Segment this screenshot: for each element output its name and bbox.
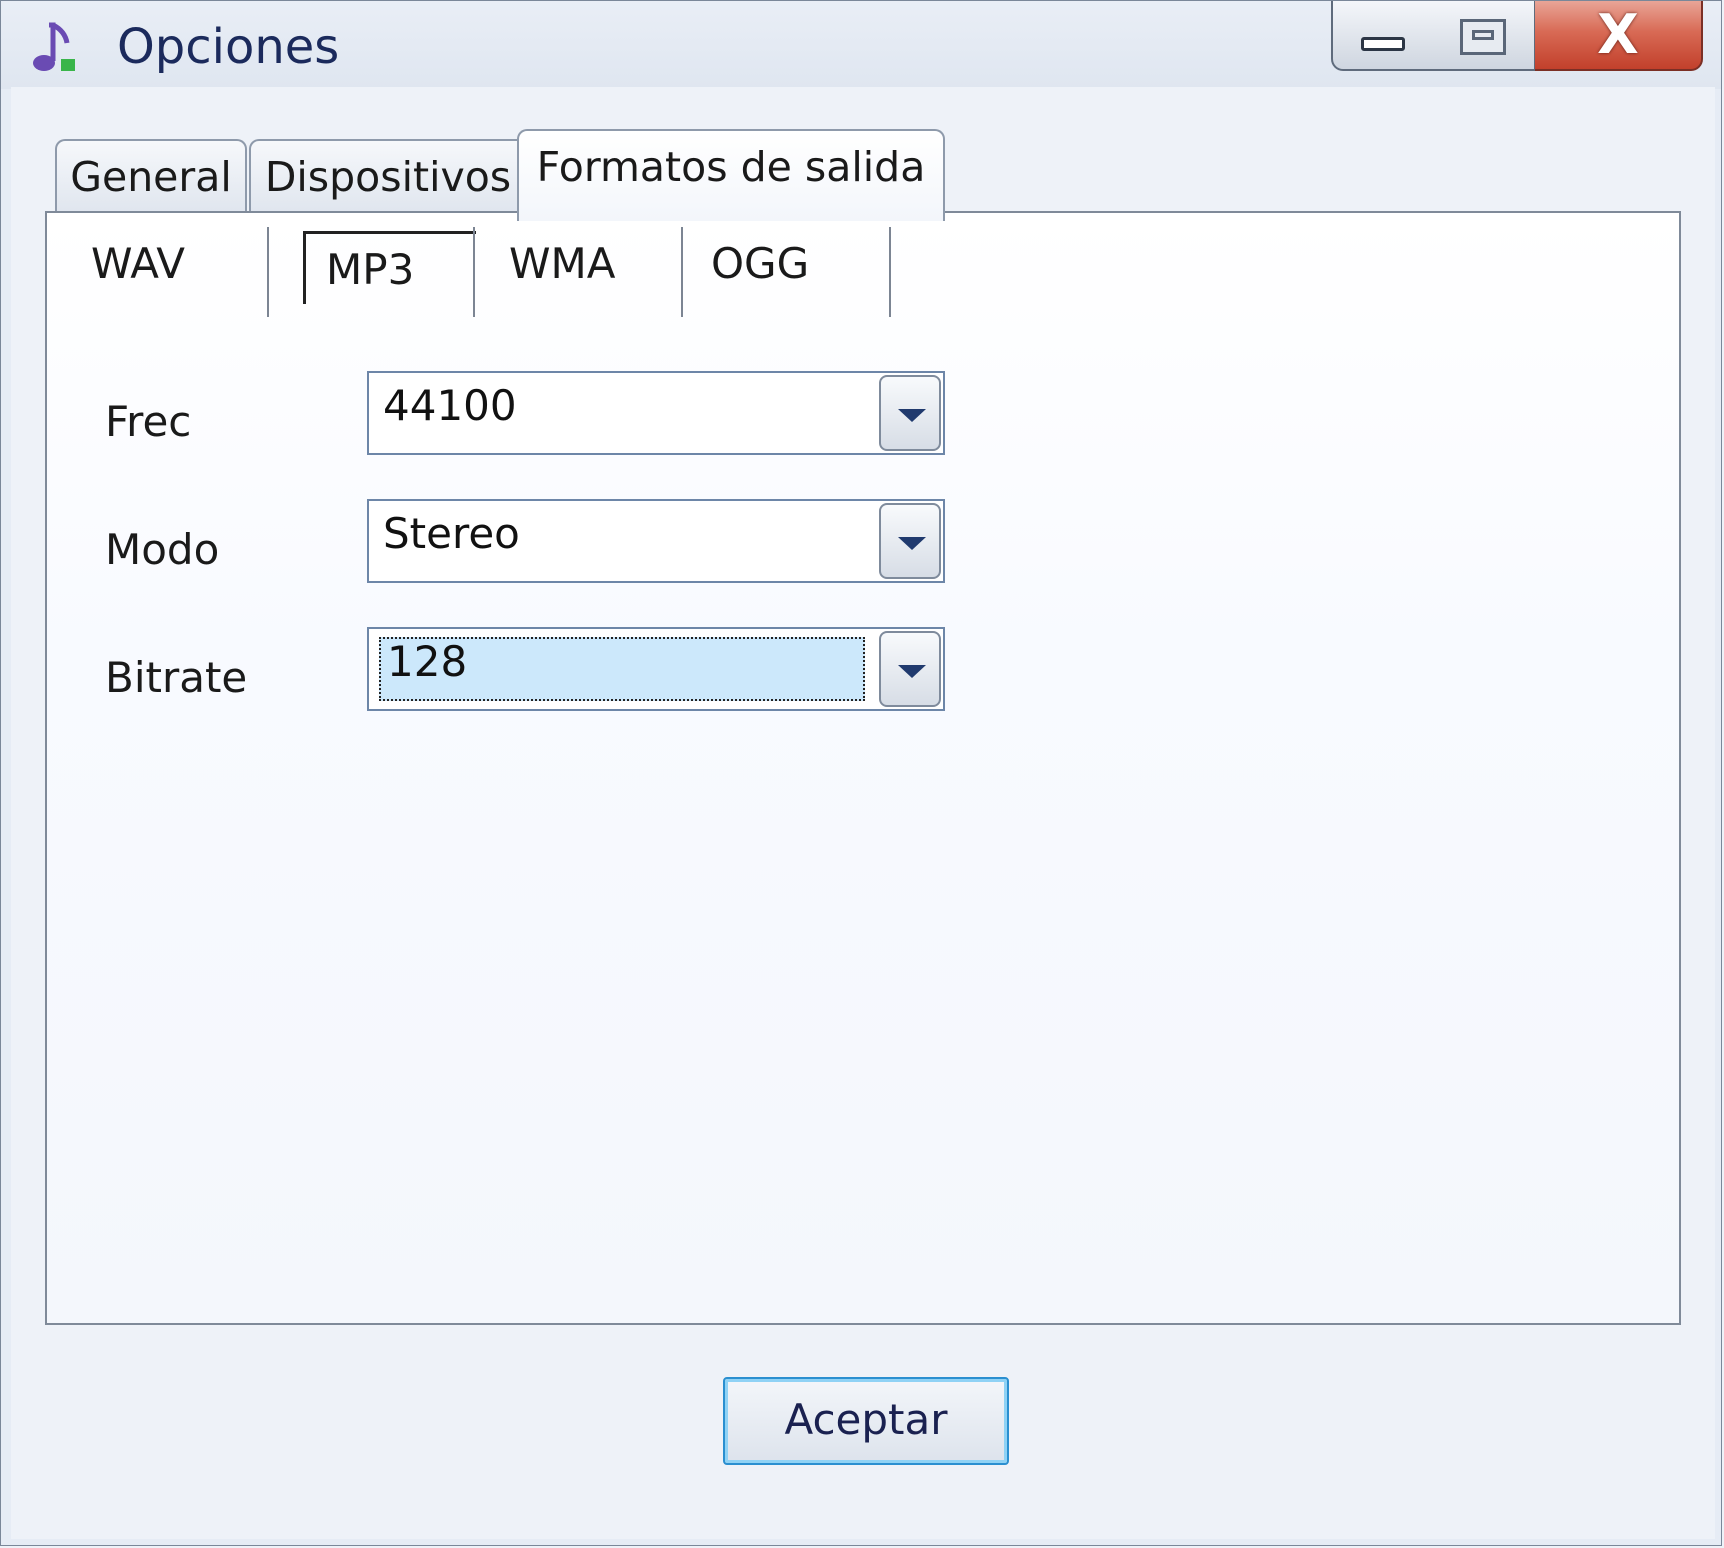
close-button[interactable]: X <box>1535 1 1703 71</box>
close-icon: X <box>1597 3 1639 66</box>
subtab-divider <box>889 227 891 317</box>
frec-select[interactable]: 44100 <box>367 371 945 455</box>
minimize-button[interactable] <box>1331 1 1434 71</box>
subtab-divider <box>267 227 269 317</box>
accept-button[interactable]: Aceptar <box>723 1377 1009 1465</box>
frec-value: 44100 <box>383 381 517 430</box>
tab-dispositivos[interactable]: Dispositivos <box>249 139 527 215</box>
subtab-wav[interactable]: WAV <box>91 233 185 315</box>
maximize-icon <box>1460 19 1506 55</box>
bitrate-select[interactable]: 128 <box>367 627 945 711</box>
music-note-icon <box>33 22 75 71</box>
formatos-tab-panel: WAV MP3 WMA OGG Frec 44100 Modo Stereo B… <box>45 211 1681 1325</box>
bitrate-value: 128 <box>387 637 468 686</box>
subtab-ogg[interactable]: OGG <box>711 233 809 315</box>
tab-formatos-de-salida[interactable]: Formatos de salida <box>517 129 945 221</box>
subtab-divider <box>473 227 475 317</box>
subtab-mp3[interactable]: MP3 <box>303 231 476 304</box>
chevron-down-icon[interactable] <box>879 631 941 707</box>
chevron-down-icon[interactable] <box>879 375 941 451</box>
dialog-client-area: General Dispositivos Formatos de salida … <box>11 87 1715 1539</box>
subtab-divider <box>681 227 683 317</box>
tab-general[interactable]: General <box>55 139 247 215</box>
modo-label: Modo <box>105 525 220 574</box>
title-bar[interactable]: Opciones X <box>1 1 1721 89</box>
chevron-down-icon[interactable] <box>879 503 941 579</box>
modo-value: Stereo <box>383 509 520 558</box>
minimize-icon <box>1361 37 1405 51</box>
options-dialog: Opciones X General Dispositivos Formatos… <box>0 0 1722 1546</box>
window-title: Opciones <box>117 19 340 75</box>
subtab-wma[interactable]: WMA <box>509 233 616 315</box>
maximize-button[interactable] <box>1432 1 1536 71</box>
bitrate-label: Bitrate <box>105 653 248 702</box>
modo-select[interactable]: Stereo <box>367 499 945 583</box>
frec-label: Frec <box>105 397 192 446</box>
